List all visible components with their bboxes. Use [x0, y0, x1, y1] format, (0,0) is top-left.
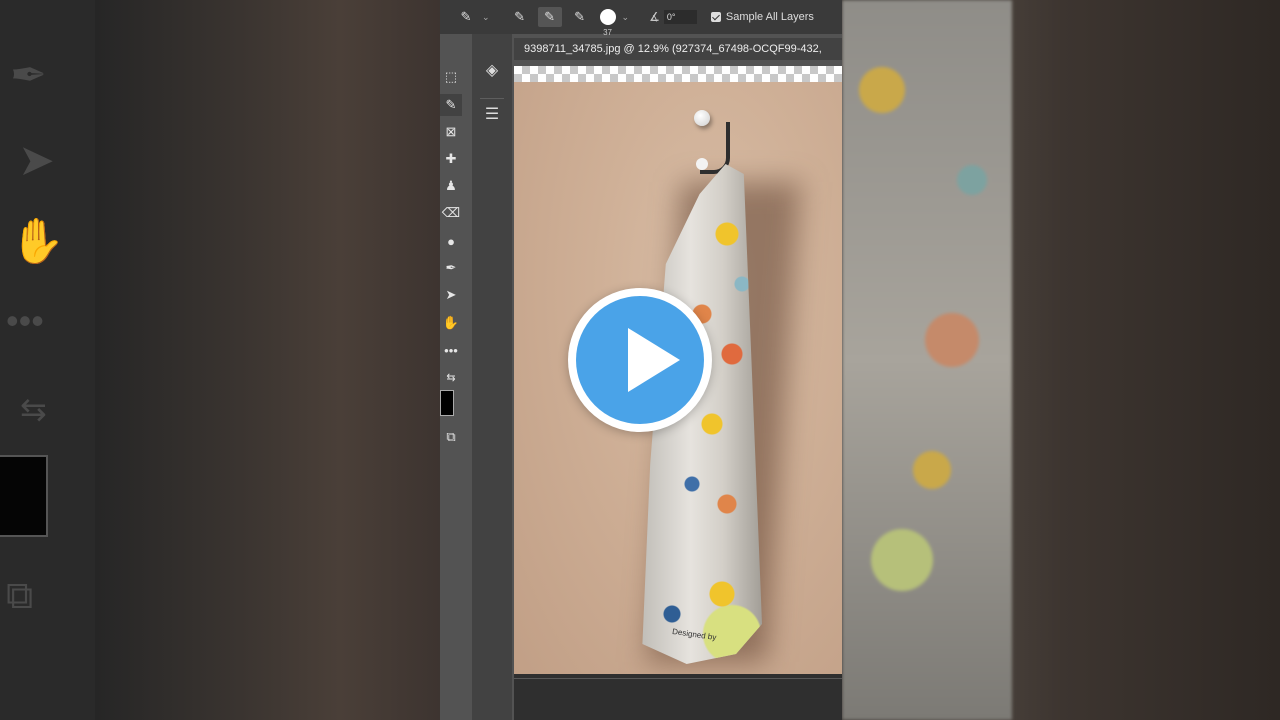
eraser-icon[interactable]: ⌫ [440, 202, 462, 224]
background-blur-left: ✒ ➤ ✋ ••• ⇆ ⧉ [0, 0, 440, 720]
subtract-selection-icon[interactable]: ✎ [568, 7, 592, 27]
brush-size-value: 37 [603, 28, 612, 37]
blurred-path-select-icon: ➤ [18, 136, 55, 185]
blurred-screen-mode-icon: ⧉ [6, 575, 34, 617]
options-bar: ✎ ⌄ ✎ ✎ ✎ 37 ⌄ ∡ 0° Sample All Layers [440, 0, 842, 37]
chevron-down-icon[interactable]: ⌄ [622, 12, 630, 23]
play-icon [628, 328, 680, 392]
hand-icon[interactable]: ✋ [440, 312, 462, 334]
layers-icon[interactable]: ◈ [480, 58, 504, 82]
brush-size-picker[interactable]: 37 [599, 9, 616, 37]
play-button[interactable] [568, 288, 712, 432]
tools-panel: » ⬚ ✎ ⊠ ✚ ♟ ⌫ ● ✒ ➤ ✋ ••• ⇆ ⧉ [440, 34, 481, 720]
more-icon[interactable]: ••• [440, 339, 462, 361]
chevron-down-icon[interactable]: ⌄ [482, 12, 490, 23]
frame-icon[interactable]: ⊠ [440, 121, 462, 143]
angle-input[interactable]: 0° [663, 10, 697, 24]
blurred-towel [842, 0, 1012, 720]
path-select-icon[interactable]: ➤ [440, 284, 462, 306]
pasteboard-edge [514, 678, 842, 679]
document-tab[interactable]: 9398711_34785.jpg @ 12.9% (927374_67498-… [514, 38, 842, 60]
sample-all-layers-label: Sample All Layers [725, 11, 814, 23]
hook-base [694, 110, 710, 126]
blurred-pen-icon: ✒ [10, 51, 47, 100]
blurred-swap-icon: ⇆ [20, 391, 47, 427]
pen-icon[interactable]: ✒ [440, 257, 462, 279]
healing-brush-icon[interactable]: ✚ [440, 148, 462, 170]
screen-mode-icon[interactable]: ⧉ [440, 426, 462, 448]
sample-all-layers-checkbox[interactable] [710, 12, 721, 22]
panel-dock: ◈ ☰ [472, 34, 512, 720]
add-to-selection-icon[interactable]: ✎ [537, 7, 562, 27]
quick-select-icon[interactable]: ✎ [440, 94, 462, 116]
blurred-more-icon: ••• [6, 300, 44, 341]
blur-drop-icon[interactable]: ● [440, 230, 462, 252]
adjustments-icon[interactable]: ☰ [480, 102, 504, 126]
blurred-foreground-swatch [0, 455, 48, 537]
angle-icon: ∡ [649, 10, 660, 24]
swap-colors-icon[interactable]: ⇆ [440, 366, 462, 388]
hook-tip [696, 158, 708, 170]
foreground-color-swatch[interactable] [440, 390, 454, 416]
canvas-pasteboard [514, 674, 842, 720]
play-button-circle [576, 296, 704, 424]
panel-divider [480, 98, 504, 99]
background-blur-right [842, 0, 1280, 720]
blurred-hand-icon: ✋ [10, 217, 65, 266]
transparency-strip [514, 66, 842, 82]
marquee-icon[interactable]: ⬚ [440, 66, 462, 88]
new-selection-icon[interactable]: ✎ [508, 7, 532, 27]
brush-preset-icon[interactable]: ✎ [454, 7, 478, 27]
clone-stamp-icon[interactable]: ♟ [440, 175, 462, 197]
